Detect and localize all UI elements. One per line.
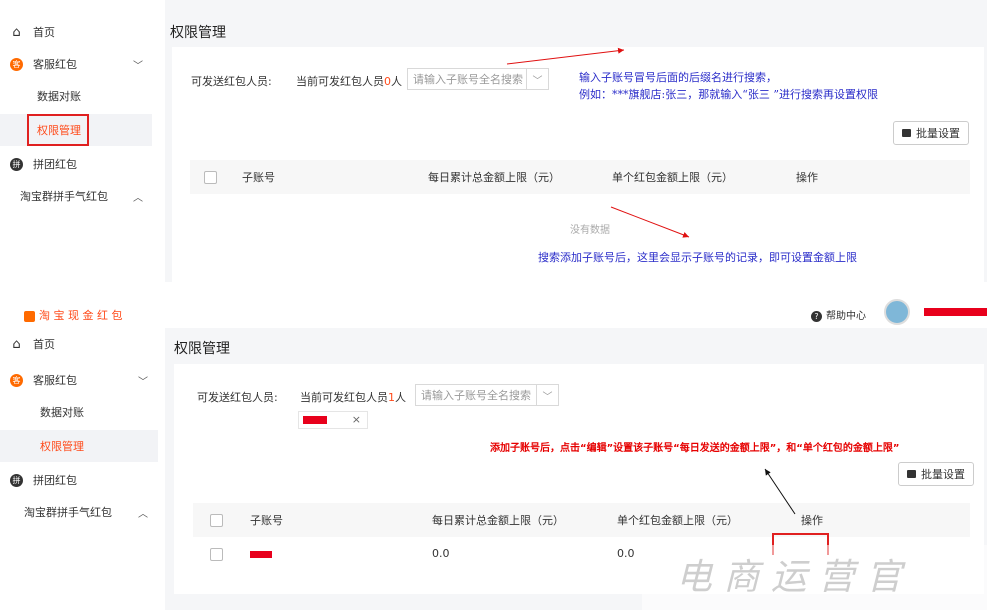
- batch-label: 批量设置: [921, 468, 965, 481]
- col-subaccount: 子账号: [250, 514, 283, 527]
- subaccount-search-input[interactable]: 请输入子账号全名搜索 ﹀: [407, 68, 549, 90]
- chevron-down-icon[interactable]: ﹀: [133, 57, 143, 72]
- chevron-up-icon[interactable]: ︿: [138, 505, 148, 520]
- current-count-value: 1: [388, 391, 395, 404]
- sidebar-item-label: 拼团红包: [33, 474, 77, 487]
- redacted-username: [924, 308, 987, 316]
- chevron-down-icon[interactable]: ﹀: [138, 373, 148, 388]
- col-single-limit: 单个红包金额上限（元）: [617, 514, 738, 527]
- help-center-label: 帮助中心: [826, 311, 866, 322]
- page-title: 权限管理: [174, 341, 230, 357]
- sidebar-item-group-redpack[interactable]: 拼 拼团红包: [10, 150, 77, 178]
- page-title: 权限管理: [170, 25, 226, 41]
- table-header: 子账号 每日累计总金额上限（元） 单个红包金额上限（元） 操作: [193, 503, 970, 537]
- watermark-text: 电 商 运 营 官: [676, 557, 902, 598]
- selected-subaccount-tag: ×: [298, 411, 368, 429]
- row-single-limit: 0.0: [617, 547, 635, 560]
- sidebar-item-taobao-group[interactable]: 淘宝群拼手气红包: [24, 498, 112, 526]
- tag-close-icon[interactable]: ×: [352, 413, 361, 426]
- redpack-icon: 客: [10, 57, 23, 71]
- batch-settings-button[interactable]: 批量设置: [893, 121, 969, 145]
- col-daily-limit: 每日累计总金额上限（元）: [432, 514, 564, 527]
- group-icon: 拼: [10, 157, 23, 171]
- chevron-up-icon[interactable]: ︿: [133, 189, 143, 204]
- batch-label: 批量设置: [916, 127, 960, 140]
- avatar[interactable]: [884, 299, 910, 325]
- sidebar-item-reconciliation[interactable]: 数据对账: [40, 398, 84, 426]
- row-checkbox[interactable]: [210, 548, 223, 561]
- current-count-text: 当前可发红包人员1人: [300, 389, 406, 405]
- current-count-value: 0: [384, 75, 391, 88]
- col-actions: 操作: [796, 171, 818, 184]
- sidebar-item-label: 客服红包: [33, 374, 77, 387]
- brand-text: 淘 宝 现 金 红 包: [39, 309, 123, 322]
- select-all-checkbox[interactable]: [210, 514, 223, 527]
- current-count-text: 当前可发红包人员0人: [296, 73, 402, 89]
- sidebar-item-label: 首页: [33, 26, 55, 39]
- col-single-limit: 单个红包金额上限（元）: [612, 171, 733, 184]
- chevron-down-icon[interactable]: ﹀: [536, 385, 558, 405]
- sidebar-item-label: 首页: [33, 338, 55, 351]
- divider-gap: [0, 282, 987, 298]
- sidebar-item-service-redpack[interactable]: 客 客服红包: [10, 50, 77, 78]
- sendable-label: 可发送红包人员:: [197, 391, 278, 404]
- chevron-down-icon[interactable]: ﹀: [526, 69, 548, 89]
- sidebar-item-label: 客服红包: [33, 58, 77, 71]
- annotation-line-1: 输入子账号冒号后面的后缀名进行搜索，: [579, 71, 777, 84]
- current-count-suffix: 人: [391, 75, 402, 88]
- search-placeholder: 请输入子账号全名搜索: [421, 389, 531, 402]
- table-header: 子账号 每日累计总金额上限（元） 单个红包金额上限（元） 操作: [190, 160, 970, 194]
- sidebar-item-permission[interactable]: 权限管理: [40, 432, 84, 460]
- brand-logo: 淘 宝 现 金 红 包: [24, 307, 122, 323]
- sidebar-item-home[interactable]: ⌂ 首页: [10, 330, 55, 358]
- home-icon: ⌂: [12, 24, 21, 40]
- home-icon: ⌂: [12, 336, 21, 352]
- help-center-link[interactable]: ? 帮助中心: [811, 307, 866, 322]
- search-placeholder: 请输入子账号全名搜索: [413, 73, 523, 86]
- sidebar-item-home[interactable]: ⌂ 首页: [10, 18, 55, 46]
- batch-icon: [907, 470, 916, 478]
- col-daily-limit: 每日累计总金额上限（元）: [428, 171, 560, 184]
- annotation-edit-hint: 添加子账号后，点击“编辑”设置该子账号“每日发送的金额上限”，和“单个红包的金额…: [490, 443, 900, 454]
- brand-icon: [24, 310, 35, 322]
- select-all-checkbox[interactable]: [204, 171, 217, 184]
- redacted-tag-name: [303, 416, 327, 424]
- sidebar-item-reconciliation[interactable]: 数据对账: [37, 82, 81, 110]
- sendable-label: 可发送红包人员:: [191, 75, 272, 88]
- row-daily-limit: 0.0: [432, 547, 450, 560]
- sidebar-item-group-redpack[interactable]: 拼 拼团红包: [10, 466, 77, 494]
- col-actions: 操作: [801, 514, 823, 527]
- redacted-subaccount: [250, 551, 272, 558]
- current-count-suffix: 人: [395, 391, 406, 404]
- subaccount-search-input[interactable]: 请输入子账号全名搜索 ﹀: [415, 384, 559, 406]
- annotation-line-2: 例如：***旗舰店:张三，那就输入“张三 ”进行搜索再设置权限: [579, 88, 878, 101]
- empty-text: 没有数据: [570, 225, 610, 236]
- sidebar-item-label: 拼团红包: [33, 158, 77, 171]
- batch-settings-button[interactable]: 批量设置: [898, 462, 974, 486]
- annotation-bottom: 搜索添加子账号后，这里会显示子账号的记录，即可设置金额上限: [538, 251, 857, 264]
- batch-icon: [902, 129, 911, 137]
- current-count-prefix: 当前可发红包人员: [300, 391, 388, 404]
- sidebar-item-taobao-group[interactable]: 淘宝群拼手气红包: [20, 182, 108, 210]
- redpack-icon: 客: [10, 373, 23, 387]
- group-icon: 拼: [10, 473, 23, 487]
- help-icon: ?: [811, 310, 822, 322]
- sidebar-item-permission[interactable]: 权限管理: [37, 116, 81, 144]
- sidebar-item-service-redpack[interactable]: 客 客服红包: [10, 366, 77, 394]
- col-subaccount: 子账号: [242, 171, 275, 184]
- current-count-prefix: 当前可发红包人员: [296, 75, 384, 88]
